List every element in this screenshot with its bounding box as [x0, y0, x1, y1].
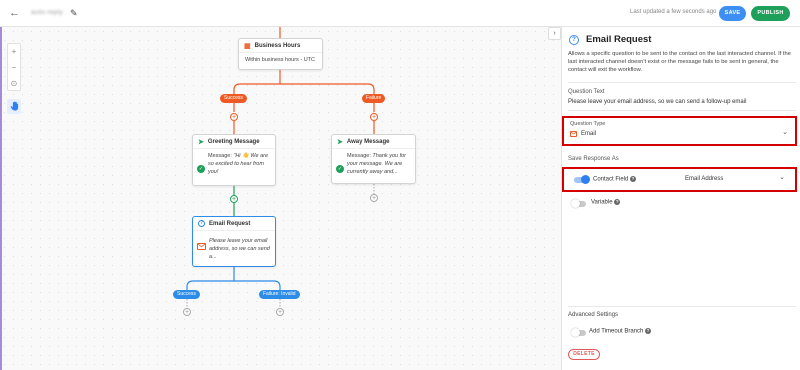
message-line-3: you!: [208, 169, 219, 175]
collapse-panel-chevron-icon[interactable]: ›: [548, 27, 561, 40]
node-header: ? Email Request: [193, 217, 275, 231]
envelope-icon: [570, 131, 577, 137]
divider: [568, 306, 796, 307]
question-type-value: Email: [581, 131, 597, 137]
contact-field-toggle[interactable]: [574, 175, 590, 184]
save-button[interactable]: SAVE: [719, 6, 746, 21]
node-header: ➤ Away Message: [332, 135, 415, 149]
branch-failure-chip[interactable]: Failure: [362, 94, 386, 103]
timeout-branch-label: Add Timeout Branch: [589, 328, 644, 335]
add-step-plus-icon[interactable]: +: [370, 113, 378, 121]
check-circle-icon: ✓: [336, 165, 344, 173]
message-prefix: Message:: [347, 153, 373, 159]
message-line-2: so excited to hear from: [208, 161, 264, 167]
message-line-3: a...: [209, 254, 217, 260]
node-greeting-message[interactable]: ➤ Greeting Message ✓ Message: "Hi 👋 We a…: [192, 134, 276, 186]
publish-button[interactable]: PUBLISH: [751, 6, 790, 21]
send-icon: ➤: [198, 138, 204, 146]
node-business-hours[interactable]: ▦ Business Hours Within business hours -…: [238, 38, 323, 70]
chevron-down-icon[interactable]: ⌄: [782, 128, 788, 136]
node-title: Away Message: [346, 138, 390, 145]
calendar-icon: ▦: [244, 42, 251, 50]
variable-toggle[interactable]: [571, 199, 586, 208]
help-circle-icon: ?: [569, 34, 579, 45]
help-question-icon[interactable]: ?: [614, 199, 621, 205]
message-line-1: "Hi 👋 We are: [233, 153, 269, 159]
save-response-label: Save Response As: [568, 156, 619, 162]
send-icon: ➤: [337, 138, 343, 146]
contact-field-label: Contact Field: [593, 176, 629, 183]
question-text-value[interactable]: Please leave your email address, so we c…: [568, 99, 796, 105]
question-text-label: Question Text: [568, 89, 605, 95]
node-email-request[interactable]: ? Email Request Please leave your email …: [192, 216, 276, 267]
add-step-plus-icon[interactable]: +: [230, 113, 238, 121]
envelope-icon: [197, 243, 206, 250]
message-line-3: currently away and...: [347, 169, 398, 175]
add-step-plus-icon[interactable]: +: [370, 194, 378, 202]
message-prefix: Message:: [208, 153, 234, 159]
question-type-select[interactable]: Question Type Email ⌄: [562, 116, 797, 146]
chevron-down-icon[interactable]: ⌄: [779, 173, 785, 181]
panel-header: ? Email Request: [569, 34, 651, 45]
check-circle-icon: ✓: [197, 165, 205, 173]
message-line-2: address, so we can send: [209, 246, 270, 252]
divider: [568, 110, 796, 111]
help-circle-icon: ?: [198, 220, 205, 227]
node-header: ▦ Business Hours: [239, 39, 322, 53]
help-question-icon[interactable]: ?: [630, 176, 637, 182]
contact-field-label-wrap: Contact Field ?: [593, 176, 637, 183]
node-body: Within business hours - UTC: [245, 57, 315, 63]
node-title: Email Request: [209, 220, 251, 227]
contact-field-select[interactable]: Email Address: [685, 176, 723, 182]
panel-title: Email Request: [586, 34, 652, 45]
advanced-settings-label: Advanced Settings: [568, 312, 619, 318]
branch-success-chip[interactable]: Success: [220, 94, 247, 103]
variable-row: Variable ?: [591, 199, 621, 206]
timeout-branch-row: Add Timeout Branch ?: [589, 328, 652, 335]
node-header: ➤ Greeting Message: [193, 135, 275, 149]
panel-description: Allows a specific question to be sent to…: [568, 51, 791, 73]
add-step-plus-icon[interactable]: +: [230, 195, 238, 203]
node-title: Greeting Message: [207, 138, 260, 145]
divider: [568, 82, 796, 83]
node-away-message[interactable]: ➤ Away Message ✓ Message: Thank you for …: [331, 134, 416, 184]
branch-success-chip[interactable]: Success: [173, 290, 200, 299]
add-step-plus-icon[interactable]: +: [276, 308, 284, 316]
help-question-icon[interactable]: ?: [645, 328, 652, 334]
variable-label: Variable: [591, 199, 613, 206]
message-line-2: your message. We are: [347, 161, 403, 167]
last-updated-text: Last updated a few seconds ago: [630, 9, 717, 15]
message-line-1: Thank you for: [372, 153, 407, 159]
add-step-plus-icon[interactable]: +: [183, 308, 191, 316]
branch-failure-invalid-chip[interactable]: Failure: Invalid: [259, 290, 300, 299]
question-type-label: Question Type: [570, 121, 606, 127]
properties-panel: ? Email Request Allows a specific questi…: [561, 27, 800, 370]
timeout-branch-toggle[interactable]: [571, 328, 586, 337]
node-title: Business Hours: [254, 42, 301, 49]
delete-button[interactable]: DELETE: [568, 349, 600, 360]
contact-field-row: Contact Field ? Email Address ⌄: [562, 167, 797, 192]
message-line-1: Please leave your email: [209, 238, 268, 244]
question-type-selected: Email: [570, 131, 596, 137]
